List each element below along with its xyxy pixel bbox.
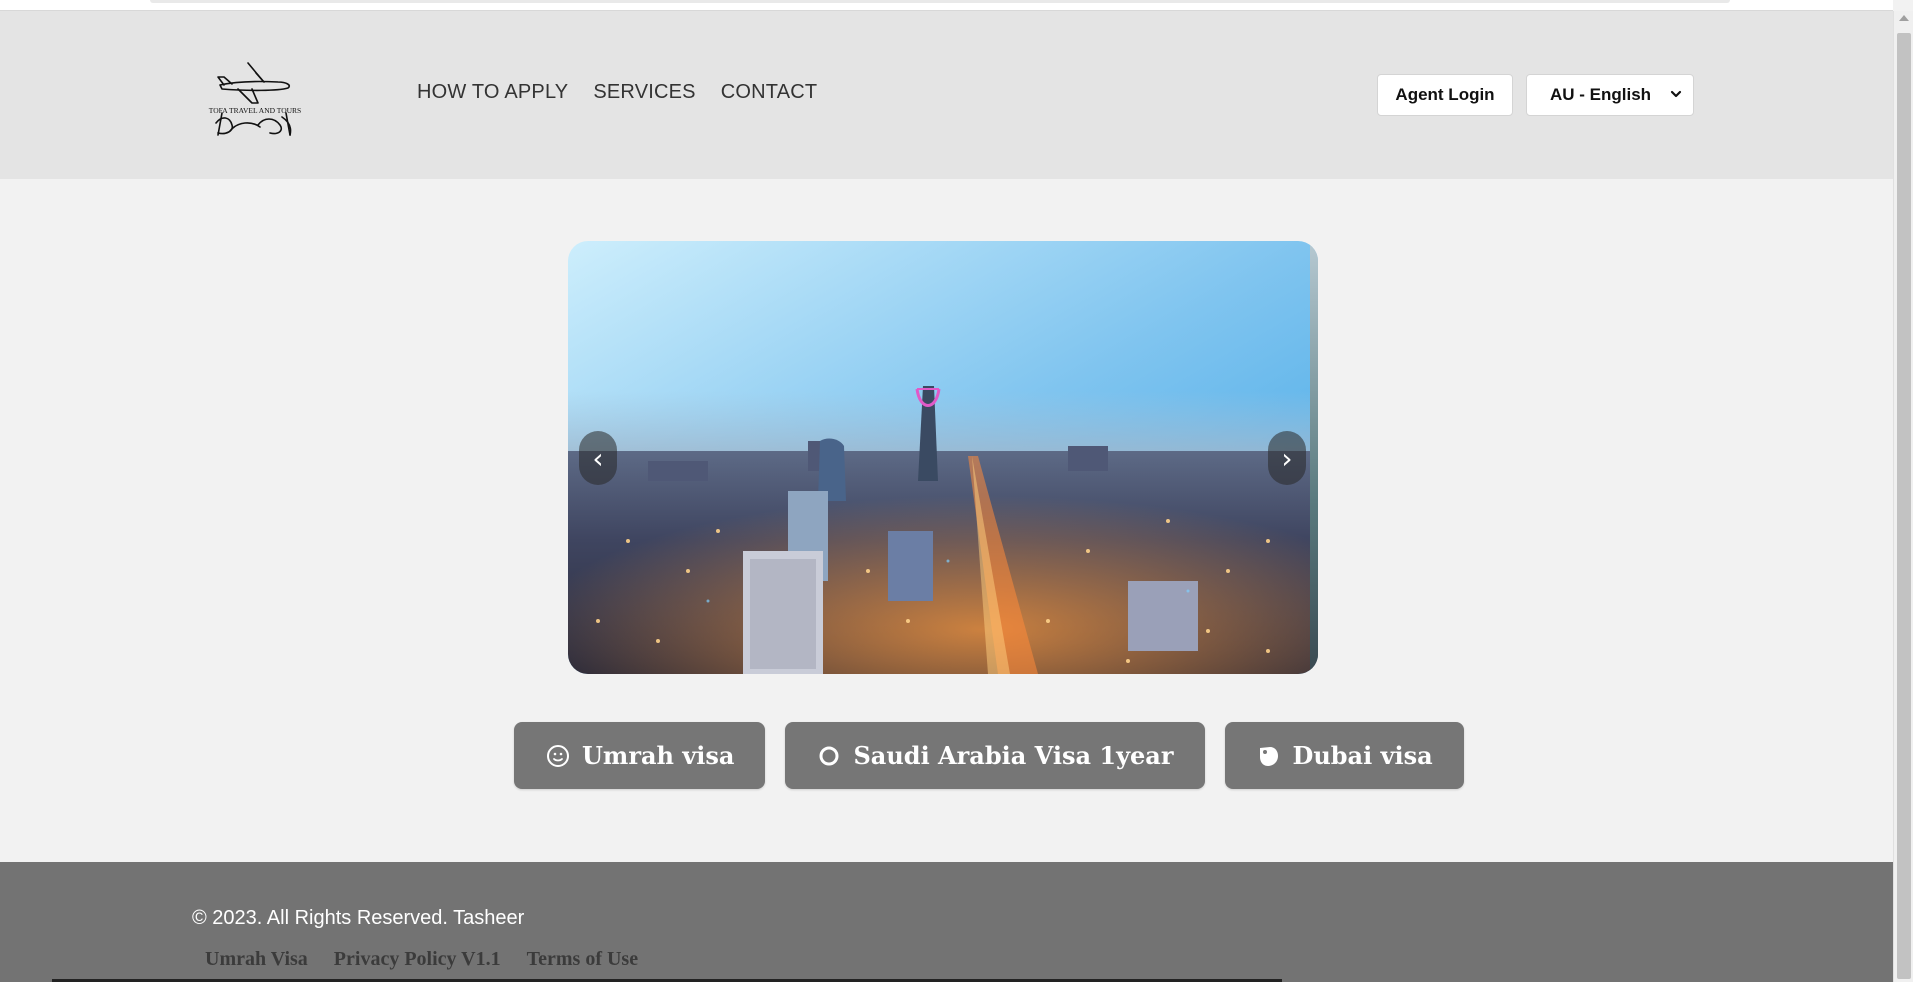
riyadh-skyline-image	[568, 241, 1318, 674]
saudi-visa-button[interactable]: Saudi Arabia Visa 1year	[785, 722, 1205, 789]
next-slide-edge	[1310, 241, 1318, 674]
scrollbar-thumb[interactable]	[1897, 33, 1911, 979]
dubai-visa-label: Dubai visa	[1292, 741, 1433, 770]
scroll-up-arrow-icon[interactable]	[1899, 15, 1909, 21]
dubai-visa-button[interactable]: Dubai visa	[1224, 722, 1464, 789]
language-select[interactable]: AU - English	[1526, 74, 1694, 116]
umrah-visa-label: Umrah visa	[582, 741, 735, 770]
site-logo[interactable]: TOFA TRAVEL AND TOURS	[208, 51, 302, 143]
footer-link-terms[interactable]: Terms of Use	[527, 948, 638, 971]
agent-login-button[interactable]: Agent Login	[1377, 74, 1513, 116]
site-footer: © 2023. All Rights Reserved. Tasheer Umr…	[0, 862, 1893, 982]
footer-link-privacy-policy[interactable]: Privacy Policy V1.1	[334, 948, 501, 971]
footer-link-umrah-visa[interactable]: Umrah Visa	[205, 948, 308, 971]
site-header: TOFA TRAVEL AND TOURS HOW TO APPLY SERVI…	[0, 11, 1893, 179]
umrah-visa-button[interactable]: Umrah visa	[514, 722, 766, 789]
saudi-visa-label: Saudi Arabia Visa 1year	[853, 741, 1174, 770]
circle-icon	[819, 746, 839, 765]
smiley-icon	[547, 744, 569, 767]
logo-airplane-icon: TOFA TRAVEL AND TOURS	[209, 62, 301, 136]
nav-services[interactable]: SERVICES	[593, 81, 695, 104]
carousel-next-button[interactable]: ›	[1268, 431, 1306, 485]
main-nav: HOW TO APPLY SERVICES CONTACT	[417, 81, 817, 104]
hero-carousel[interactable]: ‹ ›	[568, 241, 1318, 674]
browser-top-bar	[0, 0, 1893, 11]
svg-text:TOFA TRAVEL AND TOURS: TOFA TRAVEL AND TOURS	[209, 106, 301, 115]
nav-contact[interactable]: CONTACT	[721, 81, 818, 104]
language-selected-value: AU - English	[1550, 85, 1652, 104]
tag-icon	[1259, 746, 1278, 766]
visa-buttons: Umrah visa Saudi Arabia Visa 1year Dubai…	[514, 722, 1464, 789]
vertical-scrollbar[interactable]	[1893, 11, 1913, 982]
chevron-down-icon	[1670, 90, 1682, 98]
nav-how-to-apply[interactable]: HOW TO APPLY	[417, 81, 568, 104]
top-strip	[150, 0, 1730, 3]
copyright-text: © 2023. All Rights Reserved. Tasheer	[192, 907, 525, 929]
footer-links: Umrah Visa Privacy Policy V1.1 Terms of …	[205, 948, 638, 971]
carousel-prev-button[interactable]: ‹	[579, 431, 617, 485]
